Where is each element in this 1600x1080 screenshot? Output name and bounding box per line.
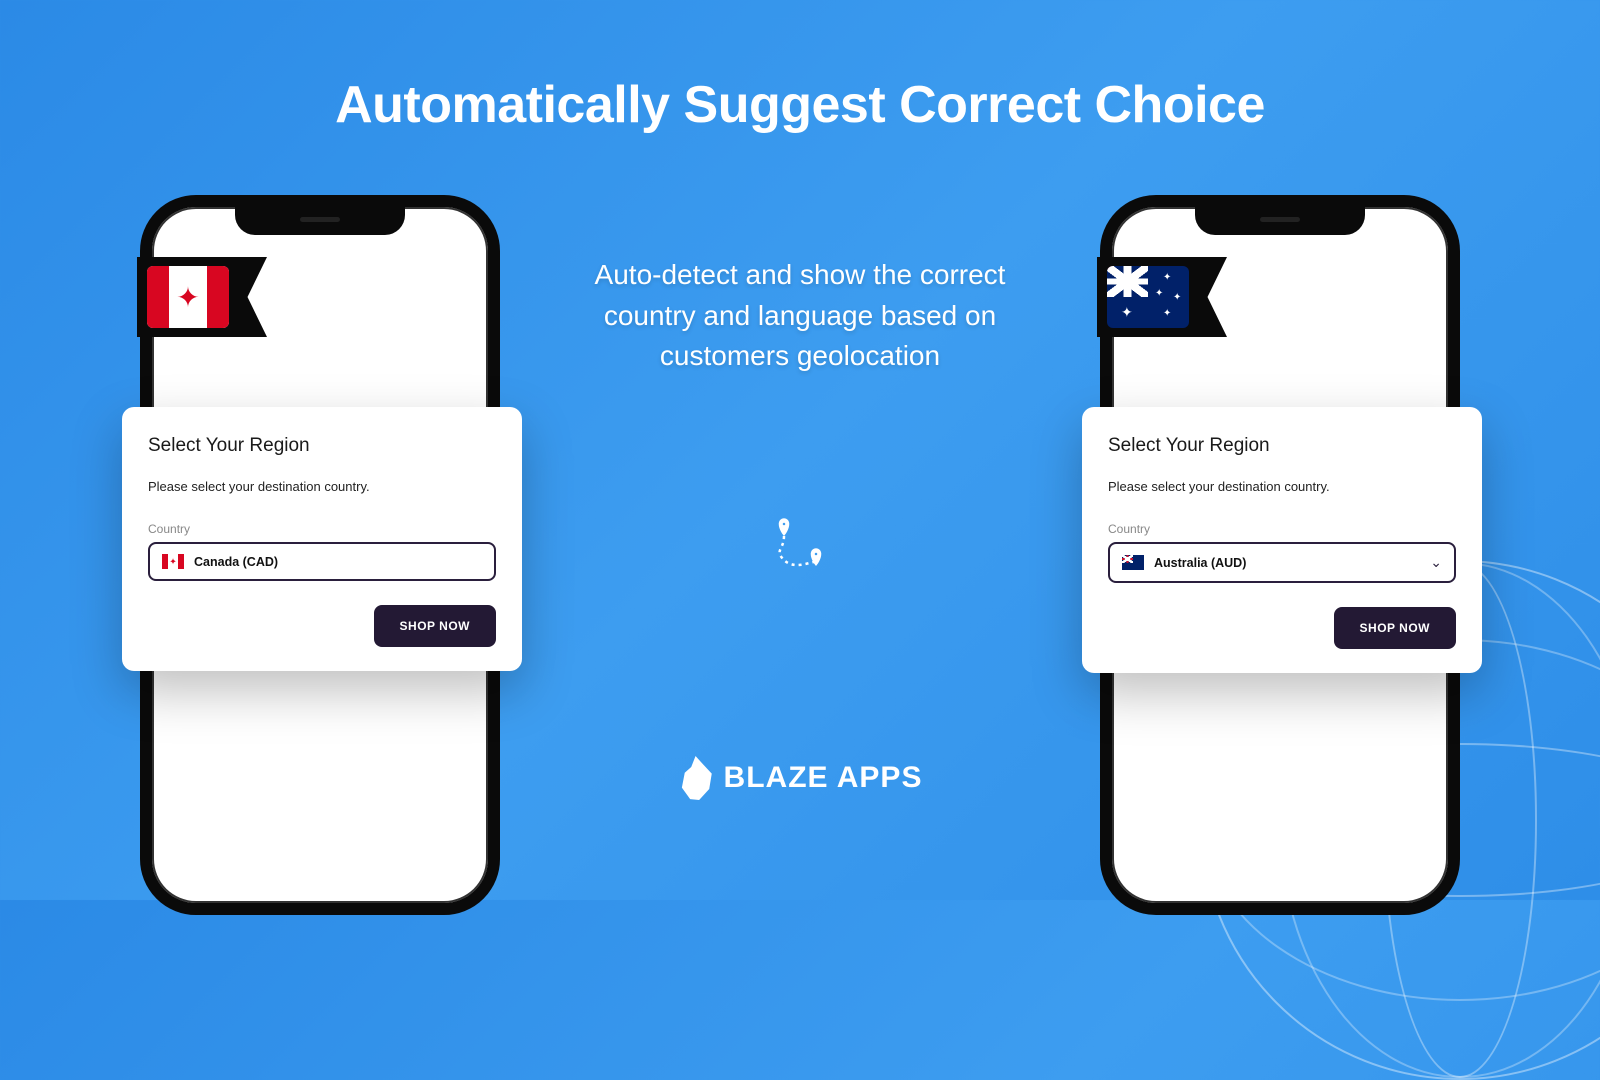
card-title: Select Your Region — [148, 435, 496, 457]
flag-ribbon-canada: ✦ — [137, 257, 267, 337]
card-title: Select Your Region — [1108, 435, 1456, 457]
card-desc: Please select your destination country. — [148, 479, 496, 494]
country-value: Australia (AUD) — [1154, 556, 1246, 570]
australia-flag-icon: ✦ ✦ ✦ ✦ ✦ — [1107, 266, 1189, 328]
country-select-left[interactable]: Canada (CAD) — [148, 542, 496, 581]
phone-notch — [1195, 205, 1365, 235]
canada-flag-icon: ✦ — [147, 266, 229, 328]
card-desc: Please select your destination country. — [1108, 479, 1456, 494]
chevron-down-icon: ⌄ — [1430, 554, 1442, 571]
phone-mockup-left: ✦ Select Your Region Please select your … — [140, 195, 500, 915]
country-select-right[interactable]: Australia (AUD) ⌄ — [1108, 542, 1456, 583]
phone-mockup-right: ✦ ✦ ✦ ✦ ✦ Select Your Region Please sele… — [1100, 195, 1460, 915]
canada-flag-icon — [162, 554, 184, 569]
region-card-left: Select Your Region Please select your de… — [122, 407, 522, 671]
shop-now-button[interactable]: SHOP NOW — [374, 605, 496, 647]
phone-notch — [235, 205, 405, 235]
australia-flag-icon — [1122, 555, 1144, 570]
country-label: Country — [1108, 522, 1456, 536]
flag-ribbon-australia: ✦ ✦ ✦ ✦ ✦ — [1097, 257, 1227, 337]
country-label: Country — [148, 522, 496, 536]
shop-now-button[interactable]: SHOP NOW — [1334, 607, 1456, 649]
headline: Automatically Suggest Correct Choice — [0, 75, 1600, 135]
brand-text: BLAZE APPS — [724, 761, 923, 795]
flame-icon — [678, 756, 714, 800]
subtext: Auto-detect and show the correct country… — [560, 255, 1040, 377]
route-pins-icon — [760, 510, 840, 585]
region-card-right: Select Your Region Please select your de… — [1082, 407, 1482, 673]
brand-logo: BLAZE APPS — [678, 756, 923, 800]
country-value: Canada (CAD) — [194, 555, 278, 569]
